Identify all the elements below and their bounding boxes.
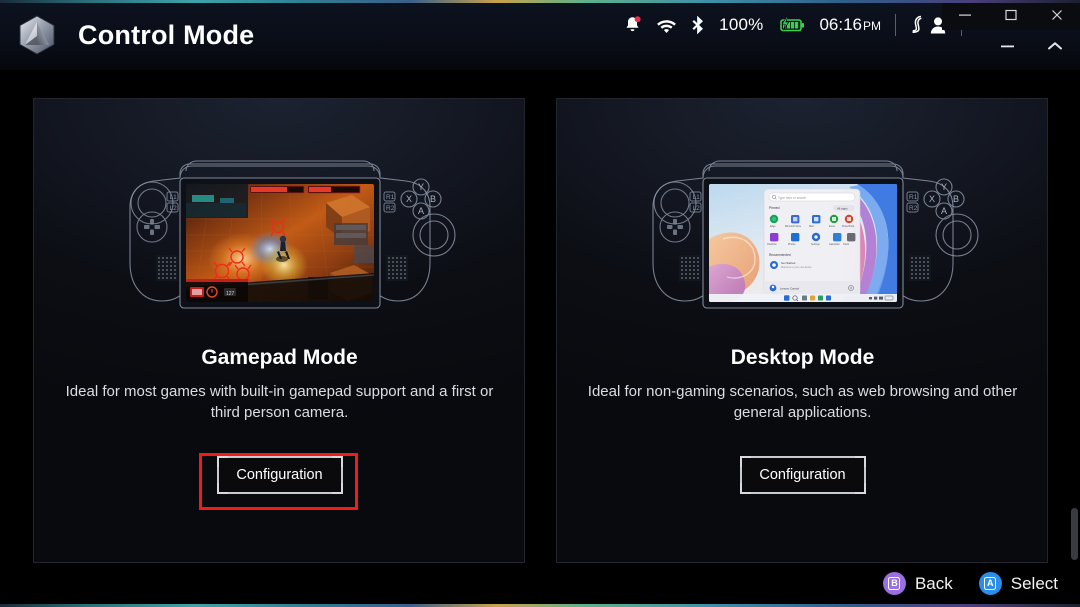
os-maximize-button[interactable]: [990, 0, 1032, 30]
handheld-console-desktop-art: Type here to search Pinned All apps Edge: [557, 99, 1047, 339]
app-collapse-button[interactable]: [1036, 32, 1074, 60]
svg-text:R2: R2: [909, 205, 918, 212]
clock-ampm: PM: [863, 19, 881, 33]
mode-description: Ideal for most games with built-in gamep…: [65, 383, 494, 421]
scrollbar-thumb[interactable]: [1071, 508, 1078, 560]
focus-corner-tr: [331, 456, 343, 467]
gamepad-b-glyph: B: [888, 577, 901, 590]
svg-text:A: A: [417, 206, 423, 216]
status-bar: 100% 06:16 PM: [623, 14, 962, 36]
clock: 06:16 PM: [819, 15, 881, 35]
focus-edge-bottom: [750, 492, 855, 494]
svg-text:B: B: [952, 194, 958, 204]
hint-select[interactable]: A Select: [978, 572, 1058, 595]
svg-text:Type here to search: Type here to search: [778, 196, 806, 200]
svg-text:B: B: [429, 194, 435, 204]
focus-edge-top: [227, 456, 332, 458]
focus-edge-top: [750, 456, 855, 458]
svg-text:R1: R1: [386, 194, 395, 201]
svg-text:Mail: Mail: [809, 225, 814, 228]
svg-text:Lenovo Control: Lenovo Control: [780, 286, 799, 290]
svg-text:OneNote: OneNote: [767, 243, 777, 246]
os-close-button[interactable]: [1036, 0, 1078, 30]
svg-text:Calculator: Calculator: [829, 243, 840, 246]
battery-charging-icon: [777, 17, 805, 33]
focus-corner-bl: [739, 483, 751, 494]
configuration-button-wrap: Configuration: [557, 456, 1047, 494]
focus-edge-right: [340, 467, 343, 483]
svg-text:Get Started: Get Started: [781, 261, 796, 265]
svg-text:L1: L1: [169, 194, 177, 201]
focus-edge-right: [863, 467, 866, 483]
app-minimize-button[interactable]: [988, 32, 1026, 60]
focus-edge-left: [739, 467, 742, 483]
svg-text:Settings: Settings: [811, 243, 820, 246]
svg-text:A: A: [940, 206, 946, 216]
app-window-controls: [988, 32, 1074, 60]
svg-text:Pinned: Pinned: [769, 206, 780, 210]
focus-edge-bottom: [227, 492, 332, 494]
page-title: Control Mode: [78, 19, 255, 50]
svg-text:L2: L2: [169, 205, 177, 212]
svg-text:X: X: [928, 194, 934, 204]
svg-text:Clock: Clock: [843, 243, 850, 246]
svg-text:PowerPoint: PowerPoint: [842, 225, 855, 228]
configuration-button-label: Configuration: [759, 467, 846, 483]
control-mode-window: Control Mode 100% 06:16 PM 127 L1 L2 Y X…: [0, 0, 1080, 607]
os-minimize-button[interactable]: [944, 0, 986, 30]
mode-description: Ideal for non-gaming scenarios, such as …: [587, 383, 1018, 421]
hint-select-label: Select: [1010, 573, 1058, 593]
svg-text:Microsoft Store: Microsoft Store: [785, 225, 802, 228]
focus-corner-br: [331, 483, 343, 494]
status-divider: [895, 14, 896, 36]
svg-text:All apps: All apps: [837, 206, 848, 210]
bell-notification-icon[interactable]: [623, 15, 642, 35]
gamepad-a-button-icon: A: [978, 572, 1002, 595]
svg-text:Recommended: Recommended: [769, 253, 791, 257]
focus-corner-br: [854, 483, 866, 494]
top-accent-line: [0, 0, 1080, 3]
focus-corner-tl: [216, 456, 228, 467]
focus-edge-left: [216, 467, 219, 483]
svg-text:L2: L2: [692, 205, 700, 212]
card-desktop-mode[interactable]: Type here to search Pinned All apps Edge: [555, 98, 1048, 563]
svg-text:127: 127: [226, 291, 235, 297]
mode-cards: 127 L1 L2 Y X B A R1 R2 Gamepad Mode Ide…: [0, 98, 1080, 563]
configuration-button-wrap: Configuration: [34, 456, 524, 494]
hint-back-label: Back: [914, 573, 953, 593]
desktop-mode-configuration-button[interactable]: Configuration: [739, 456, 866, 494]
mode-title: Gamepad Mode: [201, 346, 358, 369]
svg-text:L1: L1: [692, 194, 700, 201]
svg-text:Photos: Photos: [788, 243, 796, 246]
svg-text:Welcome to your new device: Welcome to your new device: [781, 266, 812, 269]
user-profile-icon[interactable]: [910, 15, 927, 35]
configuration-button-label: Configuration: [236, 467, 323, 483]
card-gamepad-mode[interactable]: 127 L1 L2 Y X B A R1 R2 Gamepad Mode Ide…: [32, 98, 525, 563]
mode-title: Desktop Mode: [730, 346, 875, 369]
bluetooth-icon[interactable]: [691, 15, 705, 35]
clock-time: 06:16: [819, 15, 862, 34]
gamepad-b-button-icon: B: [882, 572, 906, 595]
gamepad-a-glyph: A: [984, 577, 997, 590]
focus-corner-tr: [854, 456, 866, 467]
svg-text:Excel: Excel: [829, 225, 835, 228]
svg-text:R2: R2: [386, 205, 395, 212]
wifi-icon[interactable]: [656, 17, 677, 34]
hint-back[interactable]: B Back: [882, 572, 953, 595]
svg-text:Edge: Edge: [770, 225, 776, 228]
focus-corner-bl: [216, 483, 228, 494]
footer-hint-bar: B Back A Select: [0, 563, 1080, 604]
svg-text:Y: Y: [417, 182, 423, 192]
window-header: Control Mode 100% 06:16 PM: [0, 0, 1080, 70]
legion-hexagon-logo-icon: [18, 15, 56, 55]
gamepad-mode-configuration-button[interactable]: Configuration: [216, 456, 343, 494]
battery-percent-label: 100%: [719, 15, 764, 34]
os-window-controls: [942, 0, 1080, 30]
svg-text:R1: R1: [909, 194, 918, 201]
focus-corner-tl: [739, 456, 751, 467]
svg-text:Y: Y: [940, 182, 946, 192]
svg-text:X: X: [405, 194, 411, 204]
handheld-console-gameplay-art: 127 L1 L2 Y X B A R1 R2: [34, 99, 524, 339]
